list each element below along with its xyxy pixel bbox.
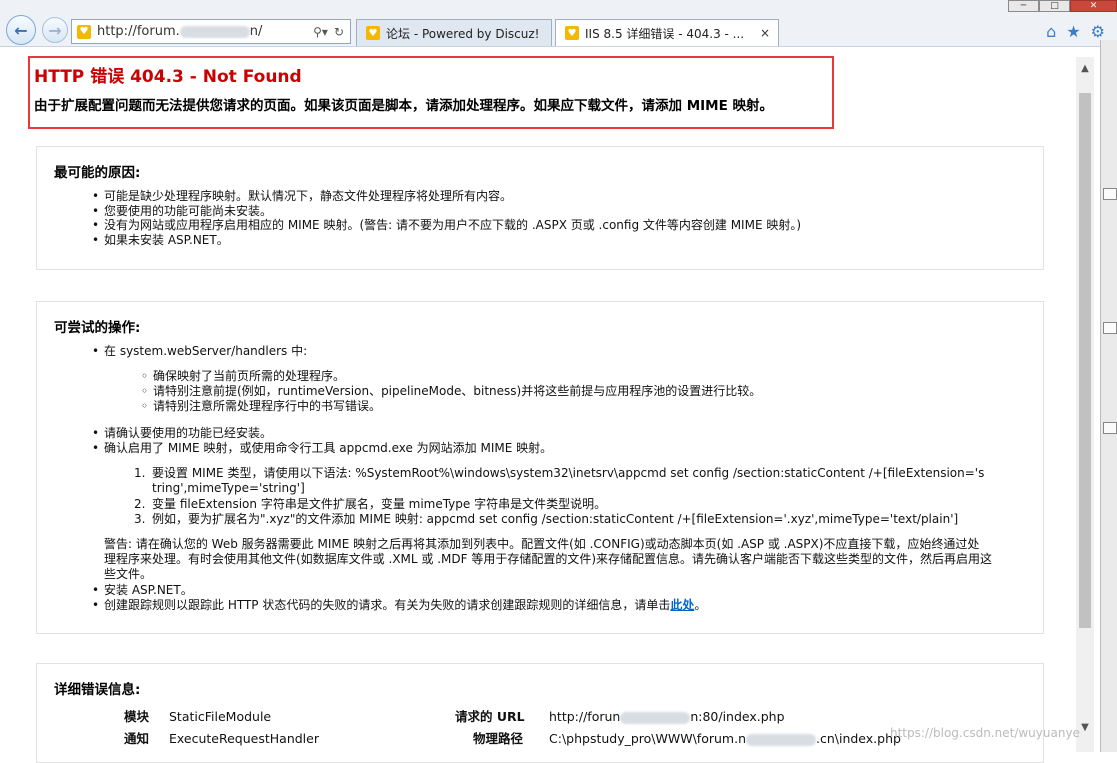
sub-list-item: 请特别注意前提(例如，runtimeVersion、pipelineMode、b… bbox=[141, 384, 761, 399]
favorites-star-icon[interactable]: ★ bbox=[1066, 22, 1080, 41]
error-title: HTTP 错误 404.3 - Not Found bbox=[34, 67, 302, 87]
detail-label: 通知 bbox=[124, 731, 150, 746]
list-item: 如果未安装 ASP.NET。 bbox=[92, 233, 229, 248]
path-redaction bbox=[746, 733, 816, 746]
tab-favicon-icon: ♥ bbox=[565, 26, 579, 40]
list-item: 请确认要使用的功能已经安装。 bbox=[92, 426, 272, 441]
numbered-item: 3. 例如，要为扩展名为".xyz"的文件添加 MIME 映射: appcmd … bbox=[134, 512, 959, 526]
back-button[interactable]: ← bbox=[6, 15, 36, 45]
section-title: 详细错误信息: bbox=[54, 682, 141, 698]
url-redaction bbox=[620, 711, 691, 724]
scroll-up-icon[interactable]: ▲ bbox=[1076, 59, 1094, 77]
panel-control[interactable] bbox=[1103, 322, 1117, 334]
numbered-item-line: 例如，要为扩展名为".xyz"的文件添加 MIME 映射: appcmd set… bbox=[152, 512, 959, 526]
site-favicon-icon: ♥ bbox=[77, 24, 91, 39]
numbered-item-line: tring',mimeType='string'] bbox=[152, 481, 305, 495]
minimize-button[interactable]: ─ bbox=[1008, 0, 1039, 12]
vertical-scrollbar[interactable]: ▲ ▼ bbox=[1076, 57, 1094, 752]
forward-arrow-icon: → bbox=[48, 20, 62, 40]
address-text: http://forum. n/ bbox=[97, 24, 263, 39]
chrome-icons: ⌂ ★ ⚙ bbox=[1046, 22, 1105, 41]
numbered-item: 1. 要设置 MIME 类型，请使用以下语法: %SystemRoot%\win… bbox=[134, 466, 985, 495]
address-redaction bbox=[179, 25, 250, 38]
forward-button[interactable]: → bbox=[42, 17, 68, 43]
detail-label: 请求的 URL bbox=[455, 709, 525, 724]
settings-gear-icon[interactable]: ⚙ bbox=[1091, 22, 1105, 41]
tab-label: 论坛 - Powered by Discuz! bbox=[386, 26, 540, 41]
error-description: 由于扩展配置问题而无法提供您请求的页面。如果该页面是脚本，请添加处理程序。如果应… bbox=[34, 98, 774, 114]
tab-discuz[interactable]: ♥ 论坛 - Powered by Discuz! bbox=[356, 19, 552, 46]
watermark: https://blog.csdn.net/wuyuanye bbox=[890, 726, 1080, 740]
list-item: 没有为网站或应用程序启用相应的 MIME 映射。(警告: 请不要为用户不应下载的… bbox=[92, 218, 801, 233]
panel-control[interactable] bbox=[1103, 188, 1117, 200]
list-item: 确认启用了 MIME 映射，或使用命令行工具 appcmd.exe 为网站添加 … bbox=[92, 441, 552, 456]
actions-section: 可尝试的操作: 在 system.webServer/handlers 中: 确… bbox=[36, 301, 1044, 634]
detail-value: C:\phpstudy_pro\WWW\forum.n .cn\index.php bbox=[549, 731, 901, 746]
scrollbar-thumb[interactable] bbox=[1079, 93, 1091, 628]
click-here-link[interactable]: 此处 bbox=[670, 598, 694, 612]
tab-label: IIS 8.5 详细错误 - 404.3 - ... bbox=[585, 26, 745, 41]
error-header: HTTP 错误 404.3 - Not Found 由于扩展配置问题而无法提供您… bbox=[28, 56, 834, 129]
section-title: 可尝试的操作: bbox=[54, 320, 141, 336]
list-item: 创建跟踪规则以跟踪此 HTTP 状态代码的失败的请求。有关为失败的请求创建跟踪规… bbox=[92, 598, 706, 613]
detail-value: StaticFileModule bbox=[169, 709, 272, 724]
tab-favicon-icon: ♥ bbox=[366, 26, 380, 40]
detail-value: http://forun n:80/index.php bbox=[549, 709, 785, 724]
list-item: 您要使用的功能可能尚未安装。 bbox=[92, 204, 272, 219]
home-icon[interactable]: ⌂ bbox=[1046, 22, 1056, 41]
detail-label: 模块 bbox=[124, 709, 150, 724]
list-item: 安装 ASP.NET。 bbox=[92, 583, 193, 598]
side-panel bbox=[1100, 40, 1117, 752]
numbered-item-line: 变量 fileExtension 字符串是文件扩展名，变量 mimeType 字… bbox=[152, 497, 607, 511]
tab-close-icon[interactable]: × bbox=[760, 26, 770, 40]
sub-list-item: 请特别注意所需处理程序行中的书写错误。 bbox=[141, 399, 381, 414]
section-title: 最可能的原因: bbox=[54, 165, 141, 181]
panel-control[interactable] bbox=[1103, 422, 1117, 434]
sub-list-item: 确保映射了当前页所需的处理程序。 bbox=[141, 369, 345, 384]
list-item: 在 system.webServer/handlers 中: bbox=[92, 344, 307, 359]
refresh-icon[interactable]: ↻ bbox=[334, 25, 344, 39]
search-icon[interactable]: ⚲▾ bbox=[313, 25, 328, 39]
address-bar[interactable]: ♥ http://forum. n/ ⚲▾ ↻ bbox=[71, 19, 351, 44]
tab-iis-error[interactable]: ♥ IIS 8.5 详细错误 - 404.3 - ... × bbox=[555, 19, 779, 46]
detail-label: 物理路径 bbox=[473, 731, 524, 746]
causes-section: 最可能的原因: 可能是缺少处理程序映射。默认情况下，静态文件处理程序将处理所有内… bbox=[36, 146, 1044, 270]
window-controls: ─ □ ✕ bbox=[1008, 0, 1117, 12]
maximize-button[interactable]: □ bbox=[1039, 0, 1070, 12]
numbered-item: 2. 变量 fileExtension 字符串是文件扩展名，变量 mimeTyp… bbox=[134, 497, 607, 511]
details-section: 详细错误信息: 模块 StaticFileModule 请求的 URL http… bbox=[36, 663, 1044, 763]
back-arrow-icon: ← bbox=[14, 20, 28, 40]
list-item: 可能是缺少处理程序映射。默认情况下，静态文件处理程序将处理所有内容。 bbox=[92, 189, 512, 204]
warning-text: 警告: 请在确认您的 Web 服务器需要此 MIME 映射之后再将其添加到列表中… bbox=[104, 537, 993, 581]
browser-toolbar: ← → ♥ http://forum. n/ ⚲▾ ↻ ♥ 论坛 - Powere… bbox=[0, 0, 1117, 47]
close-window-button[interactable]: ✕ bbox=[1070, 0, 1117, 12]
detail-value: ExecuteRequestHandler bbox=[169, 731, 319, 746]
numbered-item-line: 要设置 MIME 类型，请使用以下语法: %SystemRoot%\window… bbox=[152, 466, 985, 480]
